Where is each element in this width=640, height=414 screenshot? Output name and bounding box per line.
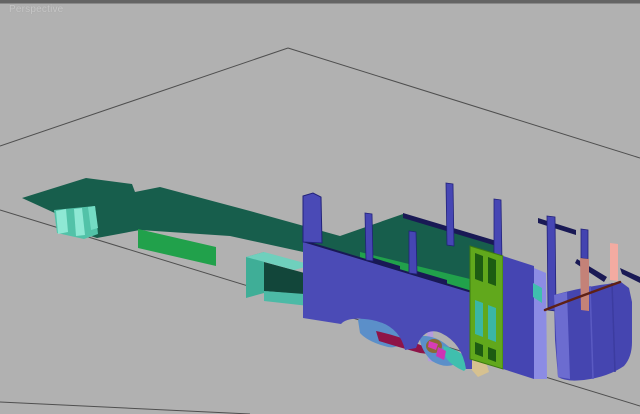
navy-edge-front-a[interactable]: [575, 259, 607, 282]
grid-line-4: [0, 402, 250, 414]
stake-post-far-c[interactable]: [581, 229, 588, 259]
stake-post-2[interactable]: [365, 213, 373, 261]
green-side-face-left[interactable]: [138, 229, 216, 266]
rose-post[interactable]: [580, 258, 589, 311]
viewport-top-border: [0, 0, 640, 4]
navy-edge-front-b[interactable]: [620, 268, 640, 283]
bed-rear-wall[interactable]: [303, 193, 322, 243]
viewport-canvas[interactable]: Perspective: [0, 0, 640, 414]
ladder-frame[interactable]: [470, 246, 503, 369]
far-rail-front[interactable]: [538, 218, 576, 235]
viewport-label[interactable]: Perspective: [9, 4, 63, 15]
ladder-slot-3[interactable]: [475, 300, 483, 337]
perspective-scene[interactable]: [0, 0, 640, 414]
salmon-post[interactable]: [610, 243, 618, 281]
ladder-slot-4[interactable]: [488, 305, 496, 342]
ladder-slot-2[interactable]: [488, 257, 496, 286]
front-bumper-rib-1[interactable]: [56, 209, 68, 234]
front-bulkhead[interactable]: [503, 256, 534, 379]
ladder-slot-1[interactable]: [475, 253, 483, 282]
stake-post-far-b[interactable]: [494, 199, 502, 262]
grid-line-2: [288, 48, 640, 158]
stake-post-3[interactable]: [409, 231, 417, 274]
stake-post-far-a[interactable]: [446, 183, 454, 246]
grid-line-1: [0, 48, 288, 146]
